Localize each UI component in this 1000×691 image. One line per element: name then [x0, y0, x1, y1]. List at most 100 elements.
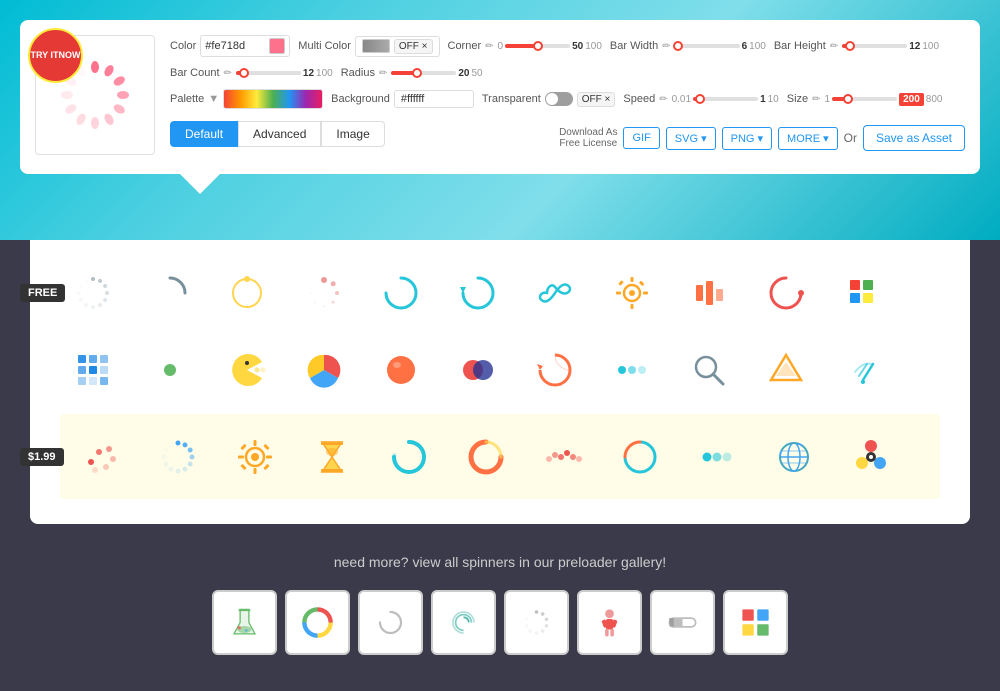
color-label: Color [170, 40, 196, 52]
controls-row-3: Default Advanced Image Download As Free … [170, 117, 965, 151]
bar-width-slider[interactable] [675, 38, 740, 54]
spinner-item-4[interactable] [291, 260, 356, 325]
bar-height-group: Bar Height ✏ 12 100 [774, 38, 939, 54]
speed-value: 1 [760, 94, 766, 105]
gallery-section: FREE [30, 240, 970, 524]
bar-width-value: 6 [742, 41, 748, 52]
speed-group: Speed ✏ 0.01 1 10 [623, 91, 778, 107]
spinner-item-5[interactable] [368, 260, 433, 325]
spinner-item-13[interactable] [137, 337, 202, 402]
free-row-1: FREE [60, 260, 940, 325]
spinner-item-8[interactable] [599, 260, 664, 325]
btn-gif[interactable]: GIF [623, 127, 659, 149]
spinner-item-paid-9[interactable] [684, 424, 749, 489]
bar-width-label: Bar Width [610, 40, 658, 52]
thumbnail-7[interactable] [650, 590, 715, 655]
btn-save-asset[interactable]: Save as Asset [863, 125, 965, 151]
spinner-item-paid-11[interactable] [838, 424, 903, 489]
thumbnail-2[interactable] [285, 590, 350, 655]
thumbnail-5[interactable] [504, 590, 569, 655]
radius-value: 20 [458, 68, 469, 79]
spinner-item-17[interactable] [445, 337, 510, 402]
spinner-item-paid-2[interactable] [145, 424, 210, 489]
bar-height-label: Bar Height [774, 40, 826, 52]
speed-min: 0.01 [672, 94, 691, 105]
spinner-item-14[interactable] [214, 337, 279, 402]
spinner-item-paid-3[interactable] [222, 424, 287, 489]
bar-height-value: 12 [909, 41, 920, 52]
transparent-off[interactable]: OFF × [577, 92, 616, 107]
size-edit-icon[interactable]: ✏ [812, 94, 820, 105]
bar-height-slider[interactable] [842, 38, 907, 54]
spinner-item-paid-10[interactable] [761, 424, 826, 489]
thumbnail-4[interactable] [431, 590, 496, 655]
btn-png[interactable]: PNG ▾ [722, 127, 772, 150]
spinner-item-11[interactable] [830, 260, 895, 325]
size-min: 1 [825, 94, 831, 105]
bottom-section: need more? view all spinners in our prel… [0, 524, 1000, 685]
free-badge: FREE [20, 284, 65, 302]
radius-edit-icon[interactable]: ✏ [379, 68, 387, 79]
thumbnail-3[interactable] [358, 590, 423, 655]
thumbnail-6[interactable] [577, 590, 642, 655]
thumbnail-1[interactable] [212, 590, 277, 655]
spinner-item-16[interactable] [368, 337, 433, 402]
bar-count-slider[interactable] [236, 65, 301, 81]
bar-width-edit-icon[interactable]: ✏ [662, 41, 670, 52]
spinner-item-3[interactable] [214, 260, 279, 325]
palette-expand-icon[interactable]: ▼ [208, 93, 219, 105]
color-swatch[interactable] [269, 38, 285, 54]
spinner-item-22[interactable] [830, 337, 895, 402]
preview-area: TRY IT NOW [35, 35, 155, 155]
spinner-item-7[interactable] [522, 260, 587, 325]
speed-label: Speed [623, 93, 655, 105]
size-label: Size [787, 93, 808, 105]
btn-svg[interactable]: SVG ▾ [666, 127, 716, 150]
bar-count-max: 100 [316, 68, 333, 79]
radius-slider[interactable] [391, 65, 456, 81]
tab-image[interactable]: Image [321, 121, 384, 147]
size-max: 800 [926, 94, 943, 105]
multi-color-off[interactable]: OFF × [394, 39, 433, 54]
spinner-item-paid-8[interactable] [607, 424, 672, 489]
tab-default[interactable]: Default [170, 121, 238, 147]
background-group: Background [331, 90, 474, 108]
spinner-item-6[interactable] [445, 260, 510, 325]
speed-edit-icon[interactable]: ✏ [659, 94, 667, 105]
spinner-item-paid-5[interactable] [376, 424, 441, 489]
spinner-item-21[interactable] [753, 337, 818, 402]
multi-color-box[interactable]: OFF × [355, 36, 440, 57]
tab-advanced[interactable]: Advanced [238, 121, 321, 147]
transparent-group: Transparent OFF × [482, 92, 616, 107]
spinner-item-15[interactable] [291, 337, 356, 402]
background-input[interactable] [394, 90, 474, 108]
spinner-item-19[interactable] [599, 337, 664, 402]
palette-strip[interactable] [223, 89, 323, 109]
speed-slider[interactable] [693, 91, 758, 107]
color-value-input[interactable] [205, 40, 265, 52]
spinner-item-12[interactable] [60, 337, 125, 402]
spinner-item-20[interactable] [676, 337, 741, 402]
spinner-item-18[interactable] [522, 337, 587, 402]
btn-more[interactable]: MORE ▾ [778, 127, 838, 150]
spinner-item-paid-6[interactable] [453, 424, 518, 489]
palette-label: Palette [170, 93, 204, 105]
spinner-item-10[interactable] [753, 260, 818, 325]
spinner-item-paid-7[interactable] [530, 424, 595, 489]
corner-label: Corner [448, 40, 482, 52]
controls-row-1: Color Multi Color OFF × Corne [170, 35, 965, 81]
thumbnail-8[interactable] [723, 590, 788, 655]
bar-height-edit-icon[interactable]: ✏ [830, 41, 838, 52]
background-label: Background [331, 93, 390, 105]
spinner-item-1[interactable] [60, 260, 125, 325]
bar-count-edit-icon[interactable]: ✏ [224, 68, 232, 79]
spinner-item-9[interactable] [676, 260, 741, 325]
spinner-item-2[interactable] [137, 260, 202, 325]
size-slider[interactable] [832, 91, 897, 107]
corner-slider[interactable] [505, 38, 570, 54]
spinner-item-paid-1[interactable] [68, 424, 133, 489]
color-input-wrapper[interactable] [200, 35, 290, 57]
corner-edit-icon[interactable]: ✏ [485, 41, 493, 52]
transparent-toggle[interactable]: OFF × [545, 92, 616, 107]
spinner-item-paid-4[interactable] [299, 424, 364, 489]
